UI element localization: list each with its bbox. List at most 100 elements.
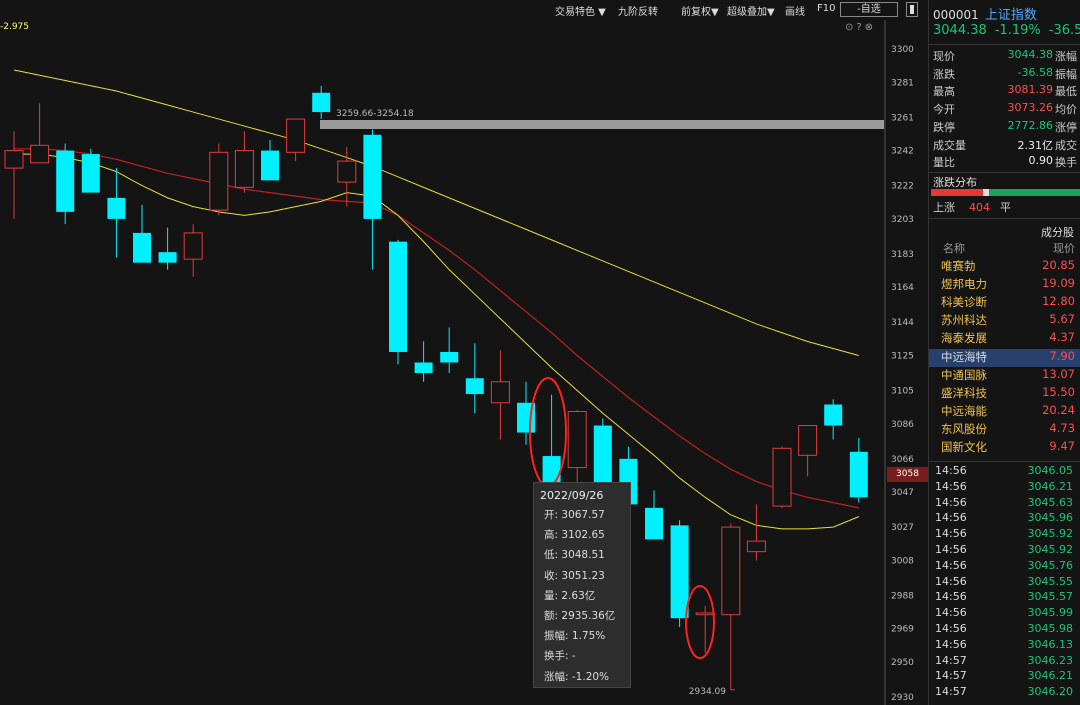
- quote-row: 最高 3081.39 最低: [933, 83, 1080, 100]
- constituent-name: 海泰发展: [941, 331, 987, 346]
- candle[interactable]: [695, 605, 715, 654]
- toolbar-nine-reversal[interactable]: 九阶反转: [618, 3, 658, 18]
- col-name[interactable]: 名称: [943, 240, 965, 256]
- candle[interactable]: [363, 129, 382, 270]
- divider: [929, 218, 1080, 219]
- toolbar-draw[interactable]: 画线: [785, 3, 805, 18]
- candle[interactable]: [312, 85, 331, 120]
- quote-label-secondary: 涨幅: [1055, 50, 1077, 63]
- candle[interactable]: [490, 350, 510, 440]
- candle[interactable]: [465, 343, 484, 414]
- y-tick-label: 3066: [891, 455, 914, 465]
- index-change: -36.5: [1048, 23, 1080, 38]
- tick-price: 3046.21: [1027, 669, 1074, 683]
- tick-row: 14:56 3045.92: [935, 527, 1080, 543]
- tooltip-label: 量:: [544, 589, 559, 602]
- watchlist-select[interactable]: -自选: [840, 2, 898, 17]
- candle[interactable]: [30, 103, 50, 164]
- y-tick-label: 3125: [891, 351, 914, 361]
- tooltip-label: 收:: [544, 569, 559, 582]
- candle-body: [4, 150, 24, 169]
- constituent-row[interactable]: 中远海特 7.90: [929, 348, 1080, 367]
- tooltip-value: -1.20%: [568, 670, 610, 683]
- y-tick-label: 2950: [891, 658, 914, 668]
- tick-row: 14:56 3045.98: [935, 622, 1080, 638]
- index-name[interactable]: 上证指数: [985, 8, 1037, 23]
- quote-row: 跌停 2772.86 涨停: [933, 119, 1080, 136]
- candle[interactable]: [183, 224, 203, 277]
- resistance-zone: [320, 120, 884, 129]
- distribution-bar: [931, 189, 1080, 196]
- candle[interactable]: [772, 446, 792, 508]
- candle-body: [695, 612, 715, 616]
- constituent-row[interactable]: 国新文化 9.47: [929, 439, 1080, 457]
- constituent-name: 苏州科达: [941, 313, 987, 328]
- constituent-row[interactable]: 唯赛勃 20.85: [929, 258, 1080, 276]
- y-tick-label: 3047: [891, 488, 914, 498]
- toolbar-f10[interactable]: F10: [817, 3, 835, 14]
- candle[interactable]: [337, 147, 357, 207]
- candle-body: [645, 507, 663, 540]
- quote-value: 2772.86: [1007, 118, 1054, 132]
- tooltip-date: 2022/09/26: [540, 489, 604, 502]
- chart-settings-icons[interactable]: ⊙?⊗: [845, 22, 876, 33]
- candle[interactable]: [440, 327, 459, 373]
- candle[interactable]: [746, 504, 766, 561]
- candle[interactable]: [133, 204, 151, 263]
- candle[interactable]: [56, 143, 75, 225]
- candle[interactable]: [81, 148, 100, 193]
- constituent-row[interactable]: 煜邦电力 19.09: [929, 276, 1080, 294]
- tooltip-value: 2.63亿: [558, 589, 596, 602]
- quote-label: 跌停: [933, 120, 955, 134]
- candle-body: [337, 160, 357, 183]
- candle[interactable]: [567, 409, 587, 487]
- col-price[interactable]: 现价: [1053, 240, 1075, 256]
- candle[interactable]: [389, 239, 407, 365]
- panel-toggle-icon[interactable]: [906, 2, 918, 17]
- tick-time: 14:56: [935, 479, 967, 493]
- constituent-row[interactable]: 东风股份 4.73: [929, 421, 1080, 439]
- candle[interactable]: [4, 131, 24, 219]
- quote-row: 量比 0.90 换手: [933, 154, 1080, 171]
- candle[interactable]: [261, 140, 279, 181]
- candle-body: [465, 378, 484, 395]
- candle-body: [567, 411, 587, 469]
- toolbar-overlay[interactable]: 超级叠加▼: [727, 3, 775, 18]
- constituent-row[interactable]: 中远海能 20.24: [929, 403, 1080, 421]
- tick-time: 14:56: [935, 543, 967, 556]
- tick-time: 14:56: [935, 464, 967, 477]
- constituent-row[interactable]: 盛洋科技 15.50: [929, 385, 1080, 403]
- candle[interactable]: [721, 523, 741, 690]
- quote-value: 3073.26: [1007, 101, 1054, 115]
- candle[interactable]: [158, 227, 177, 270]
- constituent-price: 20.24: [1042, 402, 1075, 417]
- y-tick-label: 2969: [891, 625, 914, 635]
- candle[interactable]: [849, 437, 868, 503]
- constituent-row[interactable]: 苏州科达 5.67: [929, 312, 1080, 330]
- kline-chart-svg[interactable]: 3300 3281 3261 3242 3222 3203 3183 3164 3144 3125…: [0, 0, 928, 705]
- constituent-row[interactable]: 中通国脉 13.07: [929, 367, 1080, 385]
- candle[interactable]: [234, 131, 254, 193]
- candle[interactable]: [517, 381, 535, 445]
- candle[interactable]: [107, 168, 126, 258]
- candle[interactable]: [286, 118, 306, 162]
- candle[interactable]: [414, 341, 433, 382]
- candle[interactable]: [798, 425, 818, 477]
- candle[interactable]: [645, 490, 663, 540]
- tooltip-value: 3067.57: [558, 509, 605, 521]
- y-tick-label: 3027: [891, 523, 914, 533]
- candle-body: [158, 252, 177, 263]
- candle[interactable]: [209, 143, 229, 216]
- toolbar-adjust[interactable]: 前复权▼: [681, 3, 719, 18]
- ma-mid-line: [14, 148, 859, 509]
- toolbar-trade-features[interactable]: 交易特色 ▼: [555, 3, 606, 18]
- constituent-row[interactable]: 科美诊断 12.80: [929, 294, 1080, 312]
- divider: [929, 44, 1080, 45]
- tick-row: 14:56 3046.13: [935, 638, 1080, 654]
- candle[interactable]: [824, 399, 843, 440]
- constituents-title[interactable]: 成分股: [1041, 224, 1074, 240]
- kline-chart-area[interactable]: 3300 3281 3261 3242 3222 3203 3183 3164 3144 3125…: [0, 0, 928, 705]
- tooltip-value: 3102.65: [558, 529, 605, 542]
- constituent-row[interactable]: 海泰发展 4.37: [929, 330, 1080, 348]
- tooltip-row: 收: 3051.23: [544, 568, 605, 583]
